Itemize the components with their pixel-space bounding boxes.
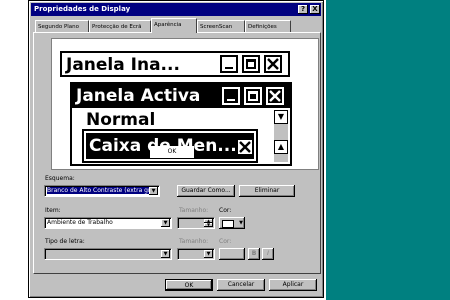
cancel-button[interactable]: Cancelar [217, 279, 265, 291]
chevron-down-icon[interactable]: ▼ [204, 250, 213, 258]
close-x-icon [266, 87, 284, 105]
font-label: Tipo de letra: [45, 238, 85, 245]
chevron-down-icon[interactable]: ▼ [149, 187, 158, 195]
chevron-down-icon[interactable]: ▼ [161, 219, 170, 227]
color-swatch [222, 220, 234, 228]
minimize-icon [220, 55, 238, 73]
item-size-spinner[interactable]: ▲ ▼ [177, 217, 215, 229]
message-ok-button: OK [150, 146, 194, 158]
font-size-label: Tamanho: [179, 238, 209, 245]
maximize-icon [242, 55, 260, 73]
window-title: Propriedades de Display [34, 5, 131, 13]
italic-button[interactable]: I [262, 248, 274, 260]
font-color-label: Cor: [219, 238, 232, 245]
inactive-window-preview: Janela Ina... [60, 51, 290, 77]
tab-screenscan[interactable]: ScreenScan [197, 20, 245, 32]
font-color-button[interactable] [219, 248, 245, 260]
ok-button[interactable]: OK [165, 279, 213, 291]
bold-button[interactable]: B [248, 248, 260, 260]
chevron-down-icon: ▼ [239, 220, 243, 226]
scroll-up-icon[interactable]: ▲ [274, 140, 288, 154]
chevron-down-icon[interactable]: ▼ [161, 250, 170, 258]
maximize-icon [244, 87, 262, 105]
display-properties-dialog: Propriedades de Display ? X Segundo Plan… [28, 0, 324, 298]
tab-segundo-plano[interactable]: Segundo Plano [35, 20, 89, 32]
item-color-label: Cor: [219, 207, 232, 214]
close-x-icon [264, 55, 282, 73]
scroll-down-icon[interactable]: ▼ [274, 110, 288, 124]
spin-down-icon[interactable]: ▼ [204, 223, 213, 227]
apply-button[interactable]: Aplicar [269, 279, 317, 291]
close-button[interactable]: X [310, 5, 320, 14]
scheme-value: Branco de Alto Contraste (extra gran [47, 187, 158, 194]
close-x-icon [236, 138, 254, 156]
item-select[interactable]: Ambiente de Trabalho ▼ [44, 217, 172, 229]
active-window-title: Janela Activa [76, 86, 201, 106]
help-button[interactable]: ? [298, 5, 308, 14]
active-window-titlebar: Janela Activa [72, 84, 290, 108]
scrollbar[interactable]: ▼ ▲ [274, 110, 288, 162]
item-value: Ambiente de Trabalho [47, 219, 113, 226]
desktop-background [326, 0, 450, 300]
normal-text-sample: Normal [86, 110, 156, 130]
delete-button[interactable]: Eliminar [239, 185, 295, 197]
item-label: Item: [45, 207, 61, 214]
item-color-button[interactable]: ▼ [219, 217, 245, 229]
tab-proteccao-ecra[interactable]: Protecção de Ecrã [89, 20, 151, 32]
inactive-window-title: Janela Ina... [66, 55, 180, 75]
scheme-label: Esquema: [45, 175, 75, 182]
minimize-icon [222, 87, 240, 105]
tab-aparencia[interactable]: Aparência [151, 18, 197, 33]
scheme-select[interactable]: Branco de Alto Contraste (extra gran ▼ [44, 185, 160, 197]
save-as-button[interactable]: Guardar Como... [177, 185, 235, 197]
item-size-label: Tamanho: [179, 207, 209, 214]
tab-definicoes[interactable]: Definições [245, 20, 291, 32]
appearance-preview[interactable]: Janela Ina... Janela Activa Normal ▼ ▲ C… [51, 38, 319, 170]
title-bar: Propriedades de Display ? X [31, 3, 321, 16]
font-select[interactable]: ▼ [44, 248, 172, 260]
font-size-select[interactable]: ▼ [177, 248, 215, 260]
